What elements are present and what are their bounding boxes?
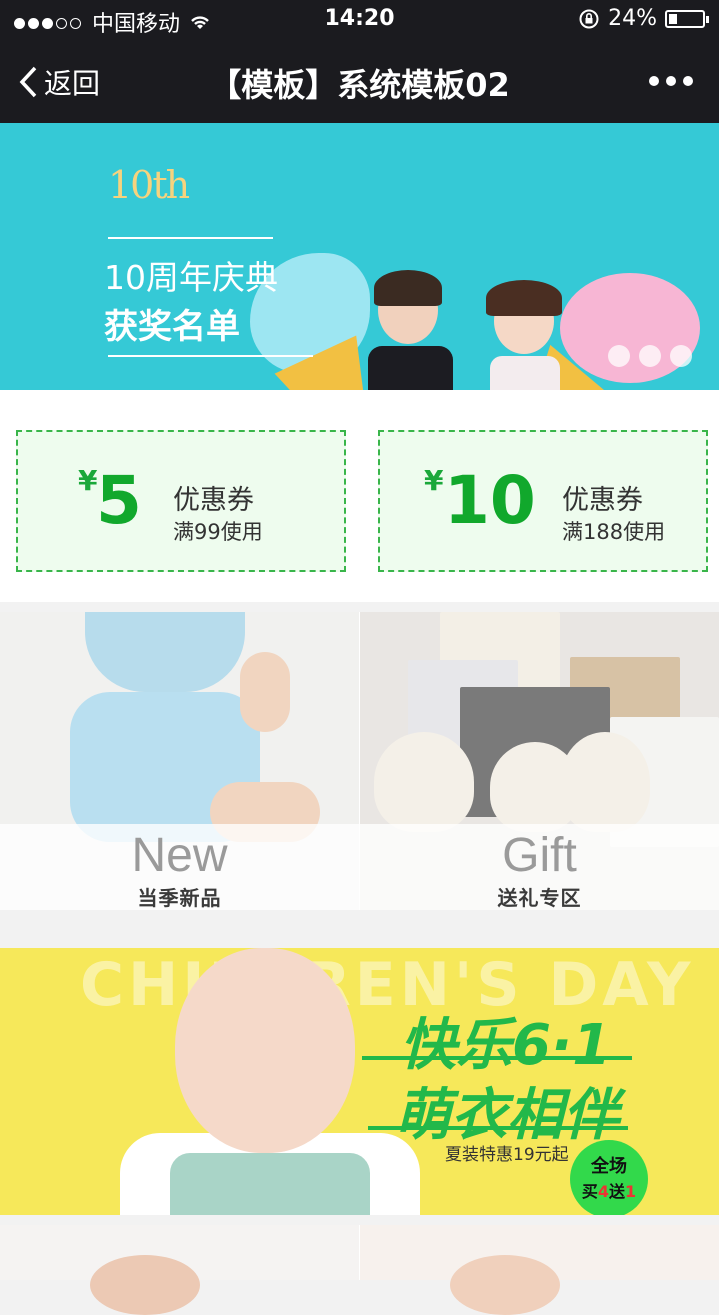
- carousel-dot[interactable]: [608, 345, 630, 367]
- currency-symbol: ¥: [424, 464, 444, 497]
- more-dot-icon: [683, 76, 693, 86]
- baby-image: [450, 1255, 560, 1315]
- battery-icon: [665, 9, 709, 28]
- carousel-dot[interactable]: [670, 345, 692, 367]
- coupon-card[interactable]: ¥ 5 优惠券 满99使用: [16, 430, 346, 572]
- childrens-day-banner[interactable]: CHILDREN'S DAY 快乐6·1 萌衣相伴 夏装特惠19元起 全场 买4…: [0, 948, 719, 1215]
- new-arrivals-tile[interactable]: New 当季新品: [0, 612, 359, 910]
- coupon-card[interactable]: ¥ 10 优惠券 满188使用: [378, 430, 708, 572]
- coupon-section: ¥ 5 优惠券 满99使用 ¥ 10 优惠券 满188使用: [0, 390, 719, 602]
- arm-image: [240, 652, 290, 732]
- headline-line1: 快乐6·1: [400, 1013, 612, 1078]
- gift-tile[interactable]: Gift 送礼专区: [360, 612, 719, 910]
- coupon-condition: 满188使用: [562, 520, 666, 544]
- boy-model-image: [360, 268, 460, 390]
- battery-percent: 24%: [608, 6, 657, 31]
- currency-symbol: ¥: [78, 464, 98, 497]
- coupon-amount: 5: [96, 462, 142, 539]
- anniversary-banner[interactable]: 10th 10周年庆典 获奖名单: [0, 123, 719, 390]
- gift-bag-image: [374, 732, 474, 832]
- coupon-condition: 满99使用: [173, 520, 263, 544]
- carousel-dot[interactable]: [639, 345, 661, 367]
- banner-line2: 获奖名单: [104, 307, 240, 347]
- gift-bag-image: [560, 732, 650, 832]
- page-title: 【模板】系统模板02: [209, 66, 510, 104]
- status-right: 24%: [578, 6, 709, 31]
- divider: [108, 237, 273, 239]
- baby-image: [90, 1255, 200, 1315]
- coupon-label: 优惠券: [562, 485, 643, 516]
- rotation-lock-icon: [579, 9, 599, 28]
- product-tile[interactable]: [0, 1225, 359, 1315]
- more-dot-icon: [666, 76, 676, 86]
- more-dot-icon: [649, 76, 659, 86]
- badge-line2: 买4送1: [581, 1182, 637, 1201]
- anniversary-logo: 10th: [108, 163, 190, 207]
- product-tile[interactable]: [360, 1225, 719, 1315]
- tile-title-cn: 当季新品: [137, 886, 222, 910]
- tile-title-en: New: [131, 829, 228, 882]
- tile-caption: New 当季新品: [0, 824, 359, 910]
- category-tiles: New 当季新品 Gift 送礼专区: [0, 612, 719, 910]
- coupon-label: 优惠券: [173, 485, 254, 516]
- promo-subtitle: 夏装特惠19元起: [445, 1145, 569, 1165]
- tile-title-cn: 送礼专区: [497, 886, 582, 910]
- coupon-amount: 10: [444, 462, 536, 539]
- girl-model-image: [460, 268, 590, 390]
- status-bar: 中国移动 14:20 24%: [0, 0, 719, 40]
- baby-overall-image: [170, 1153, 370, 1215]
- more-menu-button[interactable]: [649, 76, 693, 86]
- banner-line1: 10周年庆典: [104, 258, 278, 297]
- badge-line1: 全场: [591, 1156, 627, 1177]
- carousel-indicator[interactable]: [608, 345, 692, 367]
- nav-bar: 返回 【模板】系统模板02: [0, 40, 719, 123]
- tile-caption: Gift 送礼专区: [360, 824, 719, 910]
- baby-image: [175, 948, 355, 1153]
- bucket-hat-image: [85, 612, 245, 692]
- headline-line2: 萌衣相伴: [395, 1083, 619, 1148]
- tile-title-en: Gift: [502, 829, 577, 882]
- divider: [108, 355, 313, 357]
- next-row-tiles: [0, 1225, 719, 1315]
- promo-badge: 全场 买4送1: [570, 1140, 648, 1215]
